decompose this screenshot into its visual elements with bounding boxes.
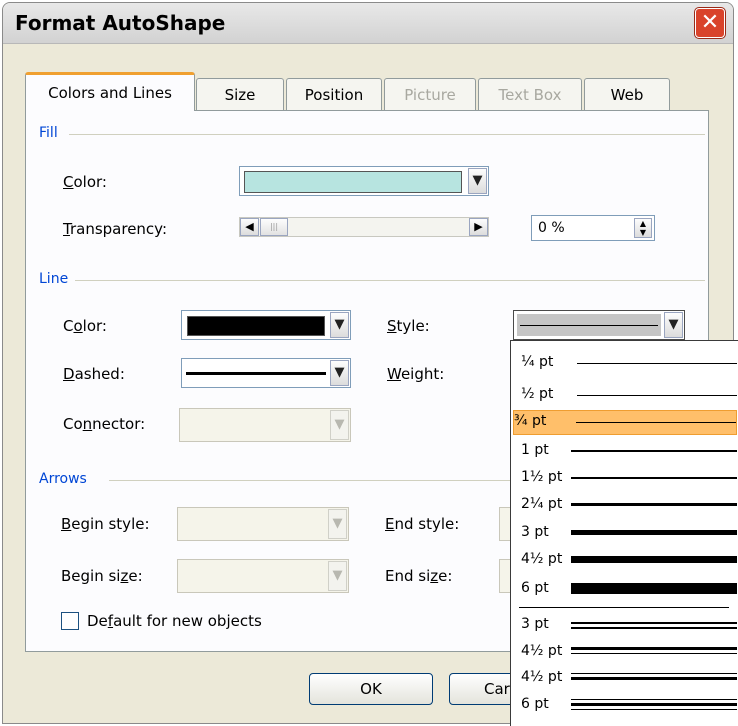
connector-dropdown: ▼ (179, 408, 351, 442)
style-option[interactable]: 4½ pt (513, 666, 737, 691)
close-icon[interactable]: ✕ (695, 8, 725, 38)
style-option[interactable]: 3 pt (513, 613, 737, 638)
line-style-dropdown-list[interactable]: ¼ pt ½ pt ¾ pt 1 pt 1½ pt 2¼ pt 3 pt 4½ … (510, 340, 738, 726)
spin-up-down-icon[interactable]: ▲ ▼ (634, 218, 652, 238)
chevron-down-icon[interactable]: ▼ (330, 360, 349, 386)
style-option[interactable]: 2¼ pt (513, 493, 737, 518)
style-option[interactable]: ¼ pt (513, 351, 737, 376)
dropdown-separator (519, 607, 729, 608)
tab-text-box: Text Box (478, 78, 582, 110)
fill-color-label: Color: (63, 173, 107, 191)
title-bar[interactable]: Format AutoShape ✕ (3, 3, 733, 44)
line-color-label: Color: (63, 317, 107, 335)
tab-colors-and-lines[interactable]: Colors and Lines (25, 72, 195, 111)
dashed-dropdown[interactable]: ▼ (181, 358, 351, 388)
arrows-section-label: Arrows (39, 471, 87, 487)
line-section-label: Line (39, 271, 69, 287)
end-style-label: End style: (385, 515, 460, 533)
fill-section-label: Fill (39, 125, 58, 141)
default-checkbox-label: Default for new objects (87, 612, 262, 630)
slider-thumb[interactable]: ||| (260, 218, 288, 236)
chevron-down-icon[interactable]: ▼ (330, 312, 349, 338)
tab-picture: Picture (384, 78, 476, 110)
fill-color-swatch (244, 171, 462, 193)
dialog-title: Format AutoShape (15, 11, 226, 35)
line-color-dropdown[interactable]: ▼ (181, 310, 351, 340)
line-style-preview (520, 325, 658, 326)
begin-style-dropdown: ▼ (177, 507, 349, 541)
style-option[interactable]: ½ pt (513, 383, 737, 408)
scroll-right-icon[interactable]: ▶ (469, 218, 488, 236)
line-divider (75, 280, 705, 281)
ok-button[interactable]: OK (309, 673, 433, 705)
tab-position[interactable]: Position (286, 78, 382, 110)
tab-size[interactable]: Size (196, 78, 284, 110)
style-option[interactable]: 6 pt (513, 577, 737, 602)
scroll-left-icon[interactable]: ◀ (240, 218, 259, 236)
chevron-down-icon[interactable]: ▼ (664, 312, 683, 338)
style-option-selected[interactable]: ¾ pt (513, 410, 737, 435)
begin-size-label: Begin size: (61, 567, 143, 585)
style-option[interactable]: 4½ pt (513, 640, 737, 665)
style-option[interactable]: 1 pt (513, 439, 737, 464)
default-for-new-objects-checkbox[interactable] (61, 612, 79, 630)
chevron-down-icon: ▼ (328, 509, 347, 539)
line-style-dropdown[interactable]: ▼ (513, 310, 685, 340)
fill-color-dropdown[interactable]: ▼ (239, 166, 489, 196)
style-option[interactable]: 3 pt (513, 521, 737, 546)
line-color-swatch (187, 316, 325, 336)
dash-style-preview (186, 372, 326, 375)
weight-label: Weight: (387, 365, 445, 383)
chevron-down-icon: ▼ (330, 410, 349, 440)
style-option[interactable]: 6 pt (513, 693, 737, 718)
transparency-value: 0 % (538, 220, 565, 236)
end-size-label: End size: (385, 567, 453, 585)
begin-style-label: Begin style: (61, 515, 150, 533)
tab-web[interactable]: Web (584, 78, 670, 110)
chevron-down-icon: ▼ (328, 561, 347, 591)
transparency-label: Transparency: (63, 220, 168, 238)
dashed-label: Dashed: (63, 365, 125, 383)
style-option[interactable]: 1½ pt (513, 466, 737, 491)
transparency-slider[interactable]: ◀ ||| ▶ (239, 217, 489, 237)
fill-divider (69, 134, 705, 135)
transparency-input[interactable]: 0 % ▲ ▼ (531, 215, 655, 241)
begin-size-dropdown: ▼ (177, 559, 349, 593)
style-label: Style: (387, 317, 430, 335)
connector-label: Connector: (63, 415, 146, 433)
chevron-down-icon[interactable]: ▼ (468, 168, 487, 194)
style-option[interactable]: 4½ pt (513, 548, 737, 573)
